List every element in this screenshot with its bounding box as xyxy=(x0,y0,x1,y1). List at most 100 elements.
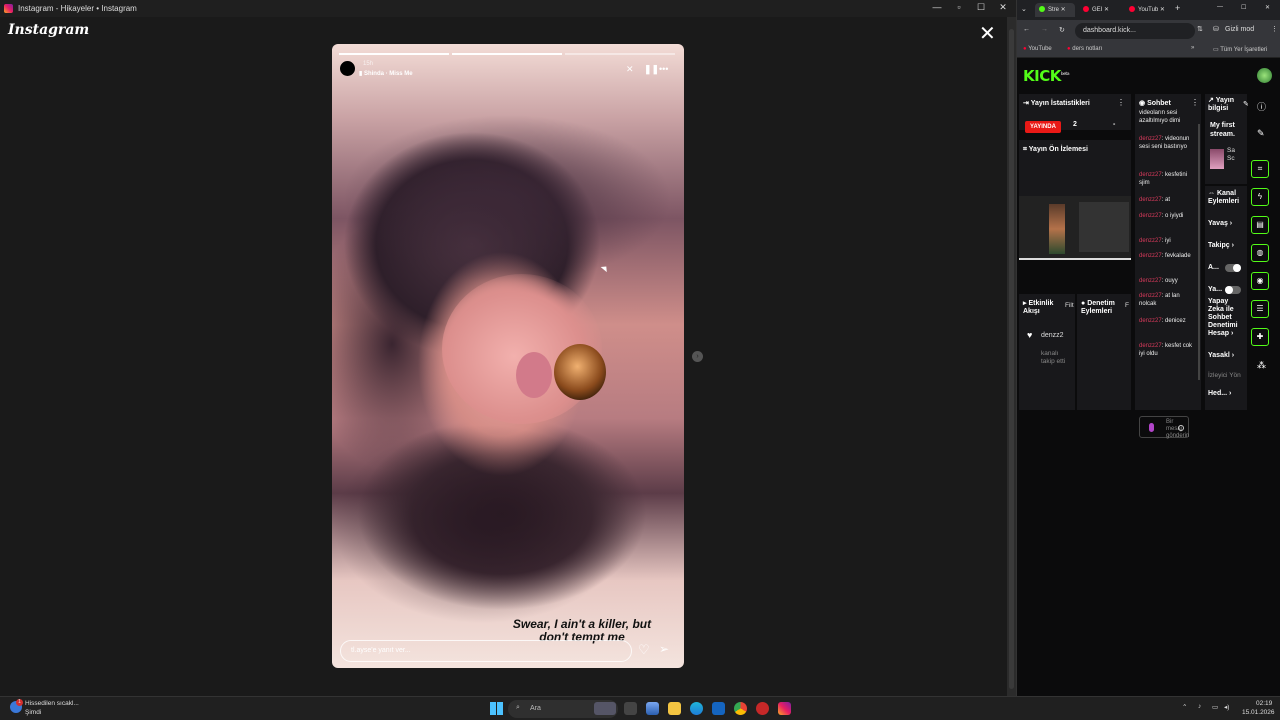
incognito-label[interactable]: Gizli mod xyxy=(1225,26,1254,33)
pause-icon[interactable]: ❚❚ xyxy=(644,64,659,75)
goals-action[interactable]: Hed... › xyxy=(1208,390,1231,397)
bookmark-youtube[interactable]: ● YouTube xyxy=(1023,46,1052,52)
widgets-icon[interactable] xyxy=(646,702,659,715)
share-icon[interactable]: ⁂ xyxy=(1257,360,1266,371)
chat-scrollbar[interactable] xyxy=(1198,124,1200,380)
address-bar[interactable]: dashboard.kick... xyxy=(1075,23,1195,39)
lightning-icon[interactable]: ϟ xyxy=(1251,188,1269,206)
slow-mode-action[interactable]: Yavaş › xyxy=(1208,220,1232,227)
stream-info-panel: ↗ Yayın bilgisi ✎ My first stream. Sa Sc xyxy=(1205,94,1249,184)
app-icon[interactable] xyxy=(756,702,769,715)
minimize-icon[interactable]: — xyxy=(926,2,948,12)
heart-icon[interactable]: ♡ xyxy=(638,642,650,658)
banned-action[interactable]: Yasakl › xyxy=(1208,352,1234,359)
stack-icon[interactable]: ☰ xyxy=(1251,300,1269,318)
incognito-icon: ⛁ xyxy=(1213,26,1219,33)
weather-text[interactable]: Hissedilen sıcakl... xyxy=(25,700,79,707)
category-thumbnail xyxy=(1210,149,1224,169)
tray-chevron-icon[interactable]: ⌃ xyxy=(1182,703,1187,711)
document-icon[interactable]: ▤ xyxy=(1251,216,1269,234)
maximize-icon[interactable]: ☐ xyxy=(1241,4,1246,11)
tab-stream[interactable]: Stre ✕ xyxy=(1035,3,1075,17)
story-image-filter xyxy=(554,344,606,400)
toggle-ya[interactable] xyxy=(1225,286,1241,294)
ai-moderation-action[interactable]: Yapay Zeka ile Sohbet Denetimi xyxy=(1208,298,1244,330)
weather-badge: 1 xyxy=(16,699,23,706)
more-icon[interactable]: ••• xyxy=(659,64,668,74)
stream-title: My first stream. xyxy=(1210,122,1235,138)
back-icon[interactable]: ← xyxy=(1023,26,1030,33)
volume-icon[interactable]: ◂) xyxy=(1224,703,1229,711)
send-icon[interactable]: ➢ xyxy=(659,642,669,656)
clock-time[interactable]: 02:19 xyxy=(1256,700,1272,707)
tab-search-icon[interactable]: ⌄ xyxy=(1021,5,1027,13)
new-tab-icon[interactable]: + xyxy=(1175,3,1180,13)
clock-date[interactable]: 15.01.2026 xyxy=(1242,709,1275,716)
search-highlight-icon xyxy=(594,702,616,715)
close-icon[interactable]: ✕ xyxy=(1265,4,1270,11)
all-bookmarks[interactable]: ▭ Tüm Yer İşaretleri xyxy=(1213,46,1267,53)
tab-youtube[interactable]: YouTub ✕ xyxy=(1125,3,1175,17)
reload-icon[interactable]: ↻ xyxy=(1059,26,1065,34)
activity-user[interactable]: denzz2 xyxy=(1041,332,1064,339)
moderation-filter[interactable]: F xyxy=(1125,302,1129,309)
story-viewer[interactable]: 15h ▮ Shinda · Miss Me ✕ ❚❚ ••• Swear, I… xyxy=(332,44,684,668)
story-reply-input[interactable]: tl.ayse'e yanıt ver... xyxy=(340,640,632,662)
translate-icon[interactable]: ⇅ xyxy=(1197,25,1203,33)
minimize-icon[interactable]: — xyxy=(1217,4,1223,10)
windows-start-icon[interactable] xyxy=(490,702,503,715)
activity-filter[interactable]: Filt xyxy=(1065,302,1074,309)
maximize-icon[interactable]: ☐ xyxy=(970,2,992,13)
account-action[interactable]: Hesap › xyxy=(1208,330,1233,337)
story-music[interactable]: ▮ Shinda · Miss Me xyxy=(359,70,413,77)
bookmarks-bar: ● YouTube ● ders notları » ▭ Tüm Yer İşa… xyxy=(1017,42,1280,58)
broadcast-icon[interactable]: ◉ xyxy=(1251,272,1269,290)
window-close-icon[interactable]: ✕ xyxy=(992,2,1014,13)
story-avatar[interactable] xyxy=(340,61,355,76)
emoji-icon[interactable] xyxy=(1178,425,1184,431)
network-icon[interactable]: ▭ xyxy=(1212,703,1218,711)
chrome-icon[interactable] xyxy=(734,702,747,715)
chat-message: denzz27: ouyy xyxy=(1139,278,1178,284)
next-story-arrow-icon[interactable]: › xyxy=(692,351,703,362)
kick-logo[interactable]: KICKbeta xyxy=(1023,67,1070,85)
tab-gei[interactable]: GEI ✕ xyxy=(1079,3,1121,17)
viewer-management-action[interactable]: İzleyici Yön xyxy=(1208,372,1241,379)
restore-icon[interactable]: ▫ xyxy=(948,2,970,12)
chat-bubble-icon[interactable]: ◍ xyxy=(1251,244,1269,262)
menu-icon[interactable]: ⋮ xyxy=(1271,25,1278,33)
expand-icon[interactable]: ⌗ xyxy=(1251,160,1269,178)
category-1: Sa xyxy=(1227,147,1235,154)
bookmark-ders-notlari[interactable]: ● ders notları xyxy=(1067,46,1102,52)
instagram-logo[interactable]: Instagram xyxy=(8,22,89,38)
more-bookmarks-icon[interactable]: » xyxy=(1191,45,1194,51)
mic-tray-icon[interactable]: ♪ xyxy=(1198,703,1201,710)
chat-input[interactable]: Bir mesaj gönderin xyxy=(1139,416,1189,439)
mic-icon[interactable] xyxy=(1149,423,1154,432)
info-icon[interactable]: ⓘ xyxy=(1257,100,1266,113)
edit-icon[interactable]: ✎ xyxy=(1243,100,1249,108)
more-icon[interactable]: ⋮ xyxy=(1191,98,1199,107)
store-icon[interactable] xyxy=(712,702,725,715)
mute-icon[interactable]: ✕ xyxy=(626,64,634,75)
bookmark-icon: ● xyxy=(1067,46,1071,52)
pencil-icon[interactable]: ✎ xyxy=(1257,128,1265,139)
stream-preview-video[interactable] xyxy=(1019,196,1131,260)
youtube-favicon-icon xyxy=(1129,6,1135,12)
user-avatar[interactable] xyxy=(1257,68,1272,83)
window-titlebar: Instagram - Hikayeler • Instagram — ▫ ☐ … xyxy=(0,0,1016,17)
followers-mode-action[interactable]: Takipç › xyxy=(1208,242,1234,249)
story-progress-1 xyxy=(339,53,449,55)
file-explorer-icon[interactable] xyxy=(668,702,681,715)
more-icon[interactable]: ⋮ xyxy=(1117,98,1125,107)
forward-icon[interactable]: → xyxy=(1041,26,1048,33)
task-view-icon[interactable] xyxy=(624,702,637,715)
instagram-icon[interactable] xyxy=(778,702,791,715)
action-a-label: A... xyxy=(1208,264,1219,271)
chat-title: ◉ Sohbet xyxy=(1139,100,1171,107)
wrench-icon[interactable]: ✚ xyxy=(1251,328,1269,346)
close-story-icon[interactable]: ✕ xyxy=(979,24,996,44)
toggle-a[interactable] xyxy=(1225,264,1241,272)
edge-icon[interactable] xyxy=(690,702,703,715)
scrollbar[interactable] xyxy=(1007,17,1016,696)
